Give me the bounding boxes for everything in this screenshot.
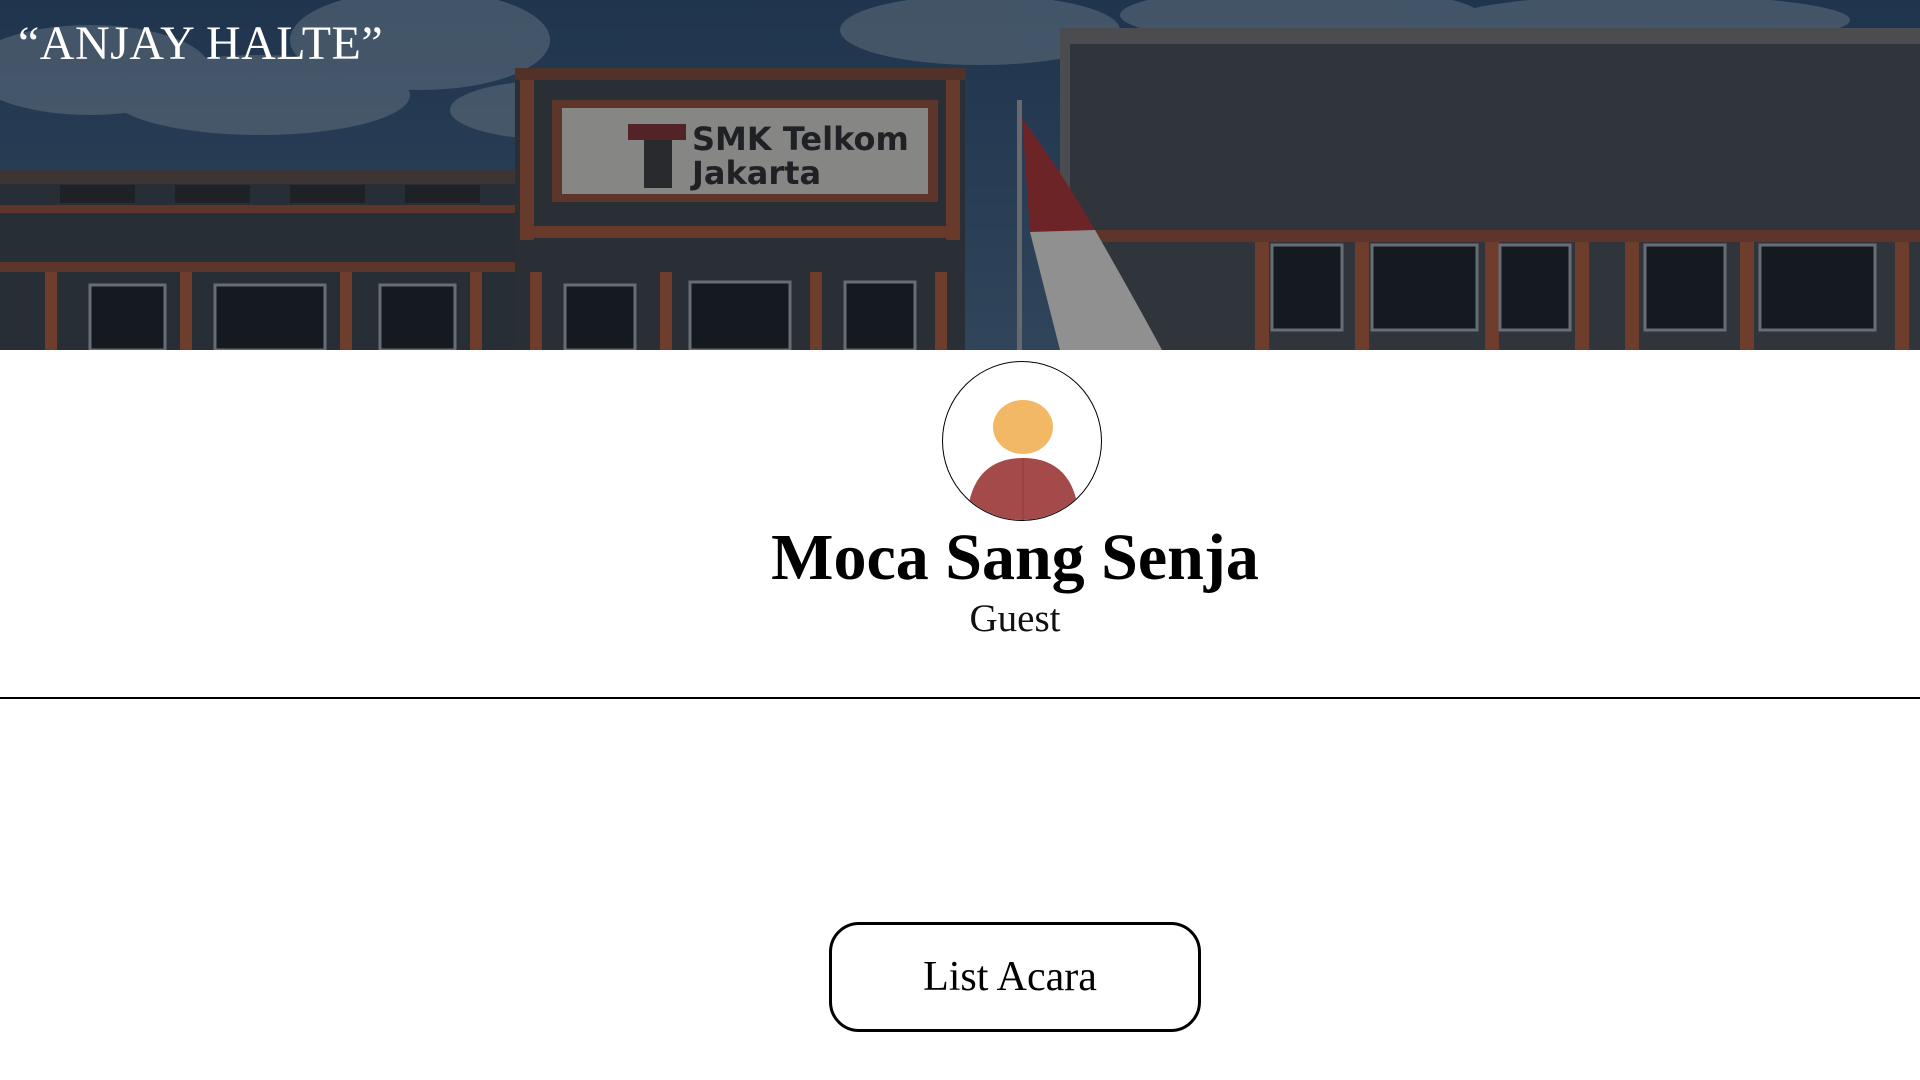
list-acara-button[interactable]: List Acara — [829, 922, 1201, 1032]
banner-title: “ANJAY HALTE” — [18, 17, 384, 70]
user-role: Guest — [969, 597, 1061, 640]
header-banner: SMK Telkom Jakarta “ANJAY HALTE” — [0, 0, 1920, 350]
section-divider — [0, 697, 1920, 699]
user-icon — [967, 400, 1079, 520]
user-name: Moca Sang Senja — [771, 521, 1259, 594]
avatar — [942, 361, 1102, 521]
profile-page: SMK Telkom Jakarta “ANJAY HALTE” Moca Sa… — [0, 0, 1920, 1080]
